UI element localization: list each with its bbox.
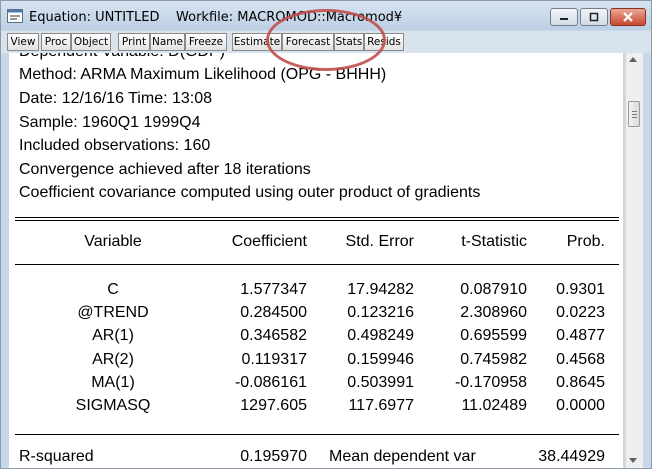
grip-line — [632, 111, 637, 112]
scroll-thumb[interactable] — [628, 101, 640, 127]
convergence-line: Convergence achieved after 18 iterations — [19, 161, 311, 178]
mean-dependent-label: Mean dependent var — [329, 448, 476, 465]
row-coefficient: 0.284500 — [240, 304, 307, 321]
row-t-statistic: 0.695599 — [460, 327, 527, 344]
row-variable: MA(1) — [91, 374, 135, 391]
row-prob: 0.4568 — [556, 351, 605, 368]
view-button[interactable]: View — [7, 33, 39, 51]
row-std-error: 17.94282 — [347, 281, 414, 298]
minimize-icon — [560, 18, 568, 20]
dependent-variable-line: Dependent Variable: D(GDP) — [19, 53, 225, 61]
forecast-highlight-circle — [266, 9, 386, 71]
estimation-output[interactable]: Dependent Variable: D(GDP) Method: ARMA … — [9, 53, 623, 468]
print-button[interactable]: Print — [118, 33, 150, 51]
col-header-t-statistic: t-Statistic — [461, 233, 527, 250]
covariance-line: Coefficient covariance computed using ou… — [19, 184, 481, 201]
maximize-button[interactable] — [580, 8, 608, 26]
freeze-button[interactable]: Freeze — [185, 33, 227, 51]
row-t-statistic: 0.087910 — [460, 281, 527, 298]
row-t-statistic: 11.02489 — [461, 397, 527, 414]
row-variable: C — [107, 281, 119, 298]
row-prob: 0.9301 — [556, 281, 605, 298]
scroll-up-arrow-icon[interactable] — [629, 57, 637, 62]
row-coefficient: 1297.605 — [240, 397, 307, 414]
row-prob: 0.8645 — [556, 374, 605, 391]
col-header-std-error: Std. Error — [345, 233, 414, 250]
row-prob: 0.0223 — [556, 304, 605, 321]
grip-line — [632, 114, 637, 115]
table-bottom-rule — [15, 434, 619, 435]
scroll-down-arrow-icon[interactable] — [629, 458, 637, 463]
row-prob: 0.0000 — [556, 397, 605, 414]
r-squared-label: R-squared — [19, 448, 94, 465]
sample-line: Sample: 1960Q1 1999Q4 — [19, 114, 201, 131]
close-icon — [623, 12, 633, 22]
proc-button[interactable]: Proc — [41, 33, 71, 51]
row-variable: AR(2) — [92, 351, 134, 368]
row-t-statistic: -0.170958 — [454, 374, 527, 391]
table-header-rule — [15, 264, 619, 265]
equation-app-icon — [7, 9, 23, 23]
maximize-icon — [589, 12, 599, 22]
object-button[interactable]: Object — [71, 33, 111, 51]
row-t-statistic: 2.308960 — [460, 304, 527, 321]
row-variable: @TREND — [77, 304, 149, 321]
row-std-error: 0.159946 — [347, 351, 414, 368]
vertical-scrollbar[interactable] — [625, 53, 643, 468]
close-button[interactable] — [610, 8, 646, 26]
date-line: Date: 12/16/16 Time: 13:08 — [19, 90, 213, 107]
grip-line — [632, 117, 637, 118]
mean-dependent-value: 38.44929 — [538, 448, 605, 465]
equation-window: Equation: UNTITLED Workfile: MACROMOD::M… — [0, 0, 652, 469]
col-header-variable: Variable — [84, 233, 142, 250]
row-coefficient: 0.346582 — [240, 327, 307, 344]
col-header-coefficient: Coefficient — [231, 233, 307, 250]
row-std-error: 0.503991 — [347, 374, 414, 391]
row-coefficient: 1.577347 — [240, 281, 307, 298]
name-button[interactable]: Name — [150, 33, 185, 51]
r-squared-value: 0.195970 — [240, 448, 307, 465]
row-coefficient: -0.086161 — [234, 374, 307, 391]
row-std-error: 0.123216 — [347, 304, 414, 321]
table-top-rule-double — [15, 220, 619, 221]
row-t-statistic: 0.745982 — [460, 351, 527, 368]
row-std-error: 0.498249 — [347, 327, 414, 344]
row-prob: 0.4877 — [556, 327, 605, 344]
col-header-prob: Prob. — [566, 233, 605, 250]
row-std-error: 117.6977 — [348, 397, 414, 414]
row-coefficient: 0.119317 — [241, 351, 307, 368]
row-variable: SIGMASQ — [75, 397, 151, 414]
observations-line: Included observations: 160 — [19, 137, 211, 154]
minimize-button[interactable] — [550, 8, 578, 26]
row-variable: AR(1) — [92, 327, 134, 344]
table-top-rule — [15, 217, 619, 218]
